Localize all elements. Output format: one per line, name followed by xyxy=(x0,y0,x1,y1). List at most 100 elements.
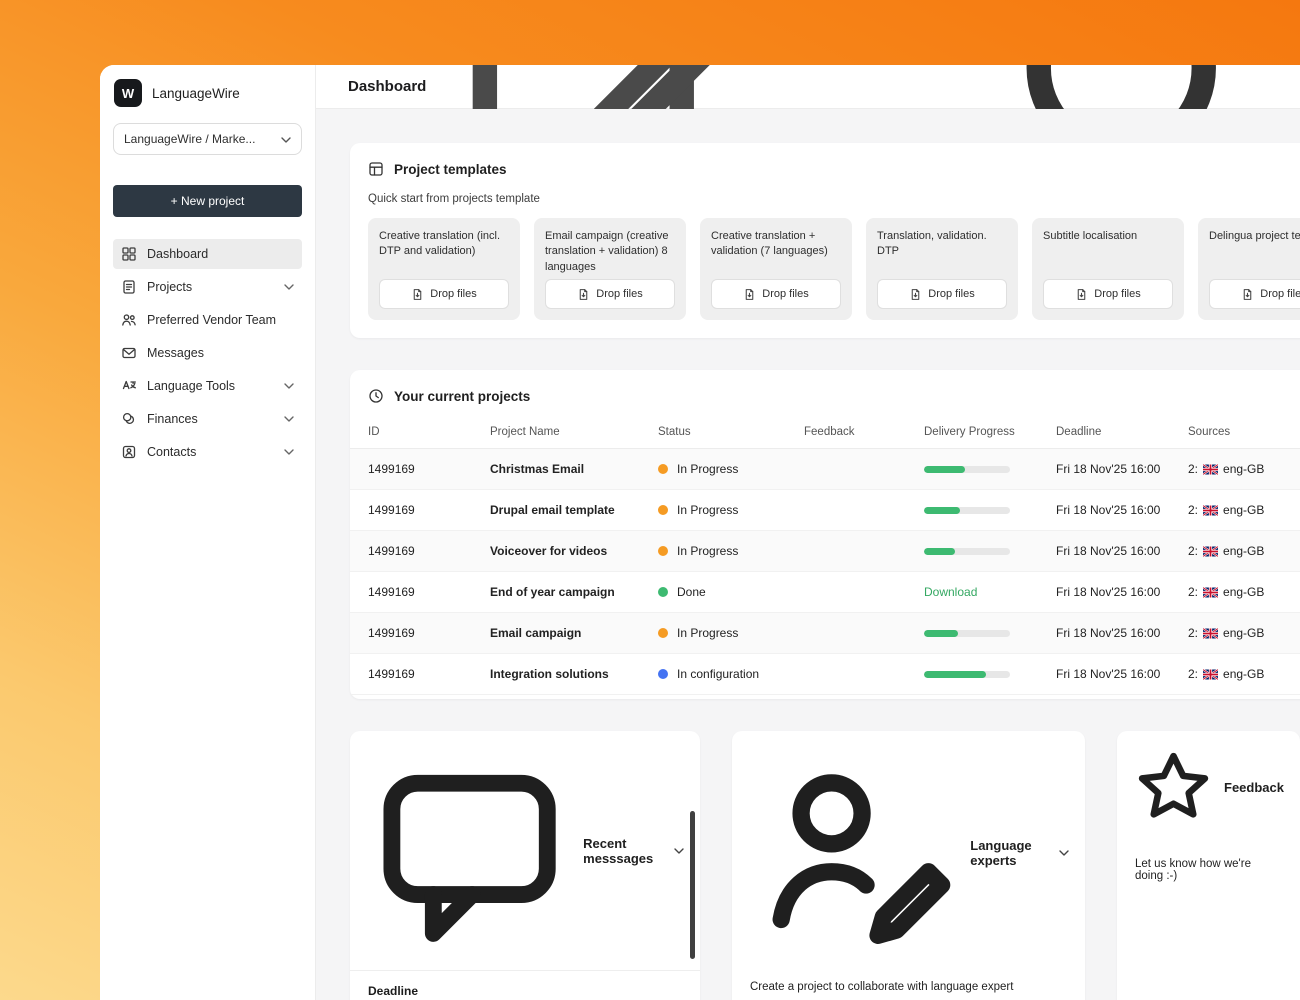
column-header-project-name: Project Name xyxy=(482,416,650,449)
delivery-progress xyxy=(916,531,1048,572)
drop-files-button[interactable]: Drop files xyxy=(877,279,1007,309)
project-status: In Progress xyxy=(650,613,796,654)
collapse-messages-chevron-icon[interactable] xyxy=(674,848,684,854)
download-link[interactable]: Download xyxy=(924,585,977,599)
uk-flag-icon xyxy=(1203,464,1218,475)
sidebar-item-preferred-vendor-team[interactable]: Preferred Vendor Team xyxy=(113,305,302,335)
sidebar-item-messages[interactable]: Messages xyxy=(113,338,302,368)
uk-flag-icon xyxy=(1203,505,1218,516)
project-name: Voiceover for videos xyxy=(482,531,650,572)
sidebar-item-label: Preferred Vendor Team xyxy=(147,313,276,327)
status-dot xyxy=(658,587,668,597)
sidebar-item-label: Contacts xyxy=(147,445,196,459)
column-header-deadline: Deadline xyxy=(1048,416,1180,449)
dashboard-icon xyxy=(121,246,137,262)
sources: 2:eng-GB xyxy=(1188,503,1300,517)
progress-bar xyxy=(924,630,1010,637)
sidebar-item-projects[interactable]: Projects xyxy=(113,272,302,302)
table-row[interactable]: 1499169Drupal email templateIn ProgressF… xyxy=(350,490,1300,531)
drop-files-label: Drop files xyxy=(430,288,476,300)
sidebar: W LanguageWire LanguageWire / Marke... +… xyxy=(100,65,316,1000)
sidebar-item-finances[interactable]: Finances xyxy=(113,404,302,434)
finances-icon xyxy=(121,411,137,427)
collapse-experts-chevron-icon[interactable] xyxy=(1059,850,1069,856)
table-row[interactable]: 1499169Email campaignIn ProgressFri 18 N… xyxy=(350,613,1300,654)
drop-files-label: Drop files xyxy=(928,288,974,300)
table-row[interactable]: 1499169End of year campaignDoneDownloadF… xyxy=(350,572,1300,613)
messages-scrollbar[interactable] xyxy=(690,811,695,959)
file-upload-icon xyxy=(743,288,756,301)
new-project-button[interactable]: + New project xyxy=(113,185,302,217)
project-status: Done xyxy=(650,572,796,613)
sources-count: 2: xyxy=(1188,585,1198,599)
project-feedback xyxy=(796,654,916,695)
project-id: 1499169 xyxy=(350,531,482,572)
sources: 2:eng-GB xyxy=(1188,667,1300,681)
project-templates-subtitle: Quick start from projects template xyxy=(368,193,1300,205)
feedback-title: Feedback xyxy=(1224,780,1284,795)
project-name: Integration solutions xyxy=(482,654,650,695)
project-feedback xyxy=(796,490,916,531)
projects-table: IDProject NameStatusFeedbackDelivery Pro… xyxy=(350,416,1300,695)
table-row[interactable]: 1499169Integration solutionsIn configura… xyxy=(350,654,1300,695)
project-status: In Progress xyxy=(650,449,796,490)
language-experts-card: Language experts Create a project to col… xyxy=(732,731,1085,1000)
sources-language: eng-GB xyxy=(1223,544,1264,558)
progress-fill xyxy=(924,630,958,637)
file-upload-icon xyxy=(1241,288,1254,301)
column-header-id: ID xyxy=(350,416,482,449)
status-badge: In Progress xyxy=(658,626,788,640)
sources: 2:eng-GB xyxy=(1188,585,1300,599)
sidebar-nav: DashboardProjects Preferred Vendor Team Me… xyxy=(113,239,302,467)
sidebar-item-language-tools[interactable]: Language Tools xyxy=(113,371,302,401)
message-item[interactable]: Deadline1000 thanksTue, 6 May 2025 10:57… xyxy=(368,971,682,1000)
progress-bar xyxy=(924,671,1010,678)
bottom-cards-row: Recent messsages Deadline1000 thanksTue,… xyxy=(350,731,1300,1000)
template-tile: Translation, validation. DTP Drop files xyxy=(866,218,1018,320)
column-header-sources: Sources xyxy=(1180,416,1300,449)
delivery-progress xyxy=(916,490,1048,531)
sidebar-item-dashboard[interactable]: Dashboard xyxy=(113,239,302,269)
brand: W LanguageWire xyxy=(113,77,302,123)
language-experts-title: Language experts xyxy=(970,838,1049,868)
project-name: Christmas Email xyxy=(482,449,650,490)
template-tile-label: Email campaign (creative translation + v… xyxy=(545,229,675,275)
feedback-card: Feedback Let us know how we're doing :-) xyxy=(1117,731,1300,1000)
project-sources: 2:eng-GB xyxy=(1180,654,1300,695)
project-name: End of year campaign xyxy=(482,572,650,613)
sidebar-item-contacts[interactable]: Contacts xyxy=(113,437,302,467)
drop-files-button[interactable]: Drop files xyxy=(1209,279,1300,309)
project-deadline: Fri 18 Nov'25 16:00 xyxy=(1048,490,1180,531)
status-label: In Progress xyxy=(677,626,738,640)
drop-files-button[interactable]: Drop files xyxy=(1043,279,1173,309)
brand-name: LanguageWire xyxy=(152,86,240,101)
workspace-selector[interactable]: LanguageWire / Marke... xyxy=(113,123,302,155)
messages-list: Deadline1000 thanksTue, 6 May 2025 10:57… xyxy=(350,971,700,1000)
sidebar-item-label: Finances xyxy=(147,412,198,426)
main-area: Project templates Quick start from proje… xyxy=(316,109,1300,1000)
drop-files-button[interactable]: Drop files xyxy=(711,279,841,309)
message-title: Deadline xyxy=(368,984,682,998)
uk-flag-icon xyxy=(1203,546,1218,557)
template-tile-label: Translation, validation. DTP xyxy=(877,229,1007,260)
drop-files-button[interactable]: Drop files xyxy=(379,279,509,309)
drop-files-button[interactable]: Drop files xyxy=(545,279,675,309)
current-projects-card: Your current projects IDProject NameStat… xyxy=(350,370,1300,699)
file-upload-icon xyxy=(411,288,424,301)
feedback-text: Let us know how we're doing :-) xyxy=(1117,844,1300,882)
table-row[interactable]: 1499169Voiceover for videosIn ProgressFr… xyxy=(350,531,1300,572)
status-dot xyxy=(658,546,668,556)
project-sources: 2:eng-GB xyxy=(1180,490,1300,531)
delivery-progress: Download xyxy=(916,572,1048,613)
template-tile: Creative translation (incl. DTP and vali… xyxy=(368,218,520,320)
table-row[interactable]: 1499169Christmas EmailIn ProgressFri 18 … xyxy=(350,449,1300,490)
chevron-down-icon xyxy=(284,449,294,455)
sidebar-item-label: Language Tools xyxy=(147,379,235,393)
status-dot xyxy=(658,669,668,679)
drop-files-label: Drop files xyxy=(596,288,642,300)
file-upload-icon xyxy=(1075,288,1088,301)
progress-fill xyxy=(924,466,965,473)
project-deadline: Fri 18 Nov'25 16:00 xyxy=(1048,654,1180,695)
sources-count: 2: xyxy=(1188,462,1198,476)
column-header-delivery-progress: Delivery Progress xyxy=(916,416,1048,449)
